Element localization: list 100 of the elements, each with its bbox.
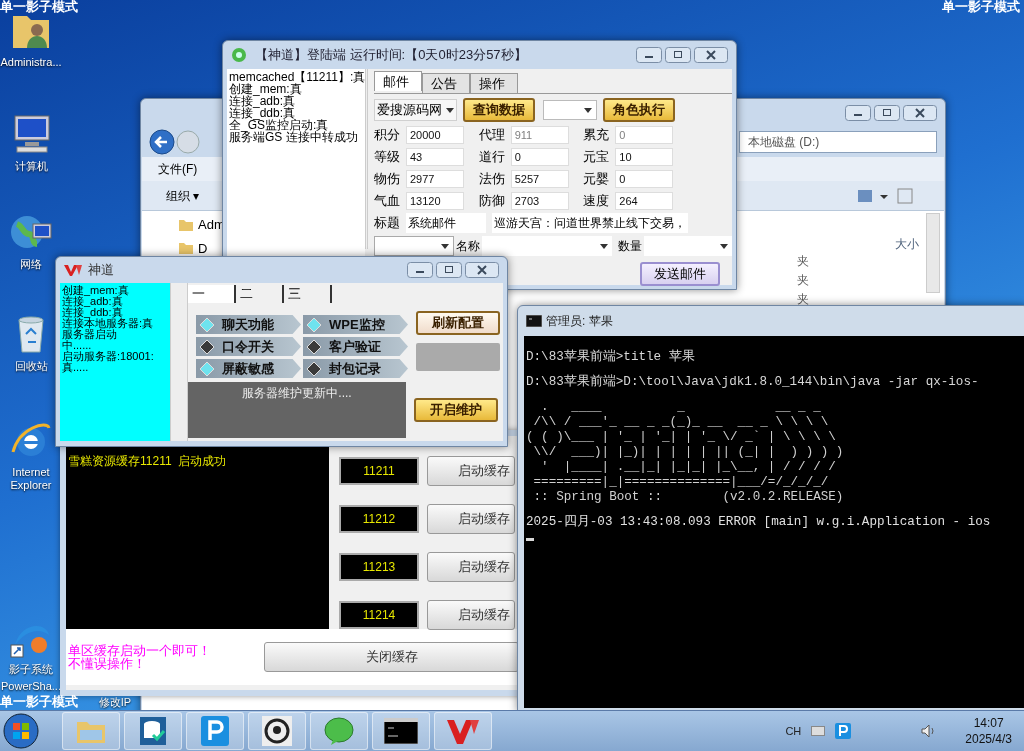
dropdown-arrow-icon: [441, 243, 449, 249]
query-button[interactable]: 查询数据: [463, 98, 535, 122]
v-logo-icon: [64, 264, 82, 276]
toggle-button[interactable]: 屏蔽敏感: [196, 359, 301, 378]
close-cache-button[interactable]: 关闭缓存: [264, 642, 519, 672]
tab[interactable]: 公告: [422, 73, 470, 93]
input-field[interactable]: 系统邮件: [406, 213, 486, 233]
desktop-icon-label[interactable]: Internet Explorer: [0, 466, 62, 492]
organize-menu[interactable]: 组织 ▾: [166, 186, 200, 205]
text-cursor: [526, 538, 534, 541]
input-field[interactable]: 10: [615, 148, 674, 166]
desktop-icon-label[interactable]: 回收站: [14, 360, 48, 373]
warning-text: 单区缓存启动一个即可！: [68, 644, 212, 657]
ink-circle-icon[interactable]: [262, 716, 292, 746]
maintenance-button[interactable]: 开启维护: [414, 398, 498, 422]
close-button[interactable]: [465, 262, 499, 278]
input-field[interactable]: 巡游天宫：问道世界禁止线下交易，: [492, 213, 688, 233]
desktop-icon-label[interactable]: Administra...: [0, 56, 62, 69]
p-letter-icon[interactable]: [835, 723, 852, 739]
input-field[interactable]: 264: [615, 192, 674, 210]
minimize-button[interactable]: [407, 262, 433, 278]
toggle-button[interactable]: 口令开关: [196, 337, 301, 356]
status-panel: 服务器维护更新中....: [188, 382, 406, 438]
scrollbar[interactable]: [926, 213, 940, 293]
chat-bubble-icon[interactable]: [323, 716, 355, 746]
input-field[interactable]: 0: [510, 148, 569, 166]
toggle-button[interactable]: WPE监控: [303, 315, 408, 334]
clock-date[interactable]: 2025/4/3: [965, 731, 1012, 747]
clock-time[interactable]: 14:07: [973, 715, 1004, 731]
tree-item[interactable]: D: [198, 238, 208, 258]
column-header[interactable]: 大小: [895, 235, 919, 253]
field-label: 元宝: [583, 148, 610, 166]
tab[interactable]: 一: [188, 285, 236, 303]
refresh-button[interactable]: 刷新配置: [416, 311, 500, 335]
input-field[interactable]: 43: [406, 148, 464, 166]
toggle-button[interactable]: 客户验证: [303, 337, 408, 356]
v-logo-icon[interactable]: [446, 718, 480, 744]
field-label: 道行: [478, 148, 505, 166]
console-line: . ____ _ __ _ _: [540, 400, 822, 415]
start-cache-button[interactable]: 启动缓存: [427, 504, 515, 534]
minimize-button[interactable]: [636, 47, 662, 63]
field-label: 等级: [374, 148, 400, 166]
language-indicator[interactable]: CH: [785, 722, 802, 740]
start-button[interactable]: [2, 712, 40, 750]
mode-label: 单一影子模式: [0, 695, 78, 709]
back-forward-icon[interactable]: [149, 129, 201, 155]
port-display: 11211: [339, 457, 419, 485]
terminal-icon[interactable]: [384, 718, 418, 744]
console-line: ' |____| .__|_| |_|_| |_\__, | / / / /: [540, 460, 837, 475]
dropdown-arrow-icon: [600, 243, 608, 249]
field-label: 元婴: [583, 170, 610, 188]
scrollbar[interactable]: [365, 69, 368, 249]
port-display: 11213: [339, 553, 419, 581]
log-line: 创建_mem:真: [62, 285, 130, 296]
desktop-icon-label[interactable]: 网络: [20, 258, 42, 271]
start-cache-button[interactable]: 启动缓存: [427, 600, 515, 630]
file-type-cell: 夹: [797, 293, 809, 305]
tab[interactable]: 邮件: [374, 71, 422, 91]
keyboard-icon[interactable]: [811, 726, 826, 736]
input-field[interactable]: 20000: [406, 126, 464, 144]
field-label: 防御: [478, 192, 505, 210]
database-icon[interactable]: [140, 717, 166, 745]
desktop-icon-label[interactable]: 影子系统: [9, 663, 53, 676]
warning-text: 不懂误操作！: [68, 657, 146, 670]
folder-icon: [178, 217, 194, 232]
log-line: 创建_mem:真: [229, 83, 303, 95]
input-field[interactable]: 2977: [406, 170, 464, 188]
toggle-button[interactable]: 封包记录: [303, 359, 408, 378]
role-button[interactable]: 角色执行: [603, 98, 675, 122]
field-label: 代理: [478, 126, 505, 144]
close-button[interactable]: [694, 47, 728, 63]
p-letter-icon[interactable]: [201, 716, 229, 746]
input-field[interactable]: 0: [615, 170, 674, 188]
input-field[interactable]: 13120: [406, 192, 464, 210]
start-cache-button[interactable]: 启动缓存: [427, 552, 515, 582]
log-line: 服务器启动: [62, 329, 117, 340]
server-dropdown[interactable]: 爱搜源码网: [374, 99, 457, 121]
send-mail-button[interactable]: 发送邮件: [640, 262, 720, 286]
maximize-button[interactable]: [436, 262, 462, 278]
port-display: 11212: [339, 505, 419, 533]
item-dropdown[interactable]: [374, 236, 454, 256]
log-line: 连接_ddb:真: [229, 107, 296, 119]
toggle-button[interactable]: 聊天功能: [196, 315, 301, 334]
scrollbar[interactable]: [170, 283, 188, 441]
tab[interactable]: 操作: [470, 73, 518, 93]
mode-label: 单一影子模式: [0, 0, 78, 14]
input-field[interactable]: 5257: [510, 170, 569, 188]
desktop-icon-label[interactable]: PowerSha...: [1, 680, 61, 693]
file-type-cell: 夹: [797, 274, 809, 286]
input-field[interactable]: 2703: [510, 192, 569, 210]
log-line: 全_GS监控启动:真: [229, 119, 329, 131]
field-label: 名称: [456, 238, 480, 254]
field-label: 标题: [374, 214, 400, 232]
log-line: memcached【11211】:真: [229, 71, 366, 83]
console-line: /\\ / ___'_ __ _ _(_)_ __ __ _ \ \ \ \: [532, 415, 830, 430]
desktop-icon-label[interactable]: 计算机: [14, 160, 48, 173]
menu-item[interactable]: 文件(F): [158, 160, 198, 178]
start-cache-button[interactable]: 启动缓存: [427, 456, 515, 486]
console-line: :: Spring Boot :: (v2.0.2.RELEASE): [532, 490, 845, 505]
maximize-button[interactable]: [665, 47, 691, 63]
